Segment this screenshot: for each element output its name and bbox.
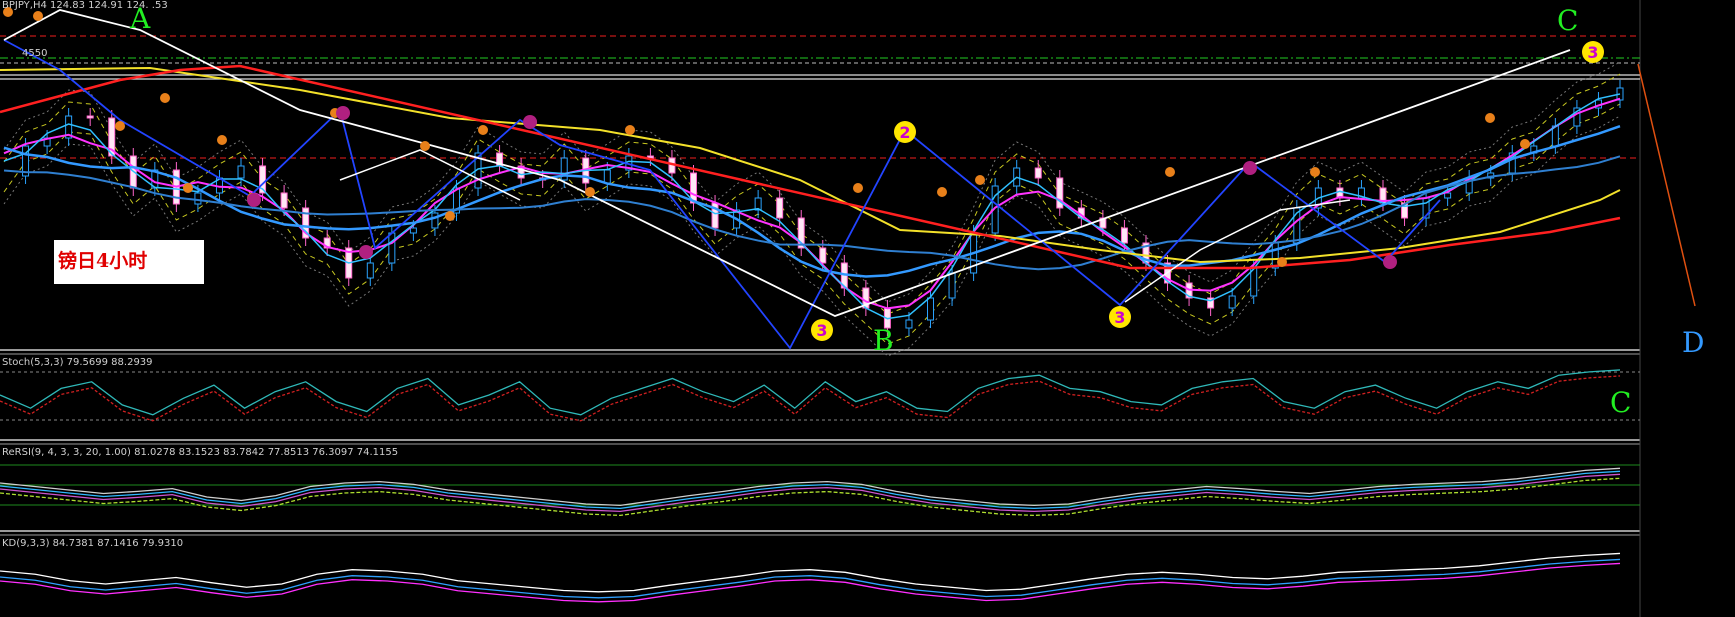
wave-label-a: A xyxy=(130,2,151,35)
fractal-marker xyxy=(1485,113,1495,123)
ma-magenta xyxy=(3,97,1621,310)
wave-label-c-sub: C xyxy=(1610,386,1632,419)
fractal-marker-magenta xyxy=(1243,161,1257,175)
projection-line-orange xyxy=(1637,63,1696,307)
candle-body xyxy=(409,227,417,234)
rsi-line-green xyxy=(0,477,1621,517)
fractal-marker-magenta xyxy=(523,115,537,129)
candle-body xyxy=(819,247,827,264)
candle-body xyxy=(1444,192,1452,199)
rsi-line-blue xyxy=(0,470,1621,510)
wave-label-c: C xyxy=(1557,4,1579,37)
bollinger-lower xyxy=(3,115,1621,357)
candle-body xyxy=(1250,267,1258,297)
fractal-marker xyxy=(1277,257,1287,267)
fractal-marker xyxy=(445,211,455,221)
annotation-text: 镑日4小时 xyxy=(58,250,148,272)
candle-body xyxy=(603,169,611,184)
fractal-marker xyxy=(1520,139,1530,149)
fractal-marker xyxy=(160,93,170,103)
white-swing xyxy=(1124,199,1351,303)
fractal-marker xyxy=(975,175,985,185)
fractal-marker xyxy=(625,125,635,135)
fractal-marker xyxy=(478,125,488,135)
ma-yellow-long xyxy=(0,66,1621,264)
fractal-marker xyxy=(853,183,863,193)
fractal-marker xyxy=(183,183,193,193)
candle-body xyxy=(1034,167,1042,179)
fractal-marker xyxy=(585,187,595,197)
candle-body xyxy=(1271,242,1279,269)
candle-body xyxy=(905,319,913,329)
candle-body xyxy=(388,232,396,264)
annotation-box: 镑日4小时 xyxy=(54,240,204,284)
stoch-panel-header: Stoch(5,3,3) 79.5699 88.2939 xyxy=(2,357,153,368)
candle-body xyxy=(86,115,94,119)
fractal-marker xyxy=(1165,167,1175,177)
wave-marker-label: 3 xyxy=(1587,43,1598,62)
fractal-marker-magenta xyxy=(1383,255,1397,269)
trading-chart[interactable]: 3 2 3 3 xyxy=(0,0,1735,617)
abc-wave-line xyxy=(3,9,1571,317)
price-level-label: 4550 xyxy=(22,48,48,59)
candle-body xyxy=(927,297,935,321)
fractal-marker-magenta xyxy=(336,106,350,120)
fractal-marker-magenta xyxy=(247,193,261,207)
candle-body xyxy=(194,192,202,205)
wave-marker-label: 3 xyxy=(1114,308,1125,327)
rsi-line-white xyxy=(0,467,1621,507)
fractal-marker xyxy=(1310,167,1320,177)
fractal-marker-magenta xyxy=(359,245,373,259)
candle-body xyxy=(1120,227,1128,244)
candle-body xyxy=(948,272,956,299)
candle-body xyxy=(366,262,374,279)
stoch-signal-line xyxy=(0,375,1621,422)
candle-body xyxy=(431,212,439,229)
kd-panel-header: KD(9,3,3) 84.7381 87.1416 79.9310 xyxy=(2,538,184,549)
fractal-marker xyxy=(937,187,947,197)
wave-marker-label: 3 xyxy=(816,321,827,340)
candle-body xyxy=(1228,295,1236,309)
wave-label-b: B xyxy=(873,324,894,357)
candle-body xyxy=(280,192,288,209)
fractal-marker xyxy=(115,121,125,131)
candle-body xyxy=(237,165,245,179)
candle-body xyxy=(776,197,784,219)
rsi-panel-header: ReRSI(9, 4, 3, 3, 20, 1.00) 81.0278 83.1… xyxy=(2,447,399,458)
kd-line-blue xyxy=(0,558,1621,599)
fractal-marker xyxy=(33,11,43,21)
kd-line-white xyxy=(0,552,1621,593)
wave-label-d: D xyxy=(1682,326,1705,359)
wave-marker-label: 2 xyxy=(899,123,910,142)
fractal-marker xyxy=(420,141,430,151)
fractal-marker xyxy=(217,135,227,145)
